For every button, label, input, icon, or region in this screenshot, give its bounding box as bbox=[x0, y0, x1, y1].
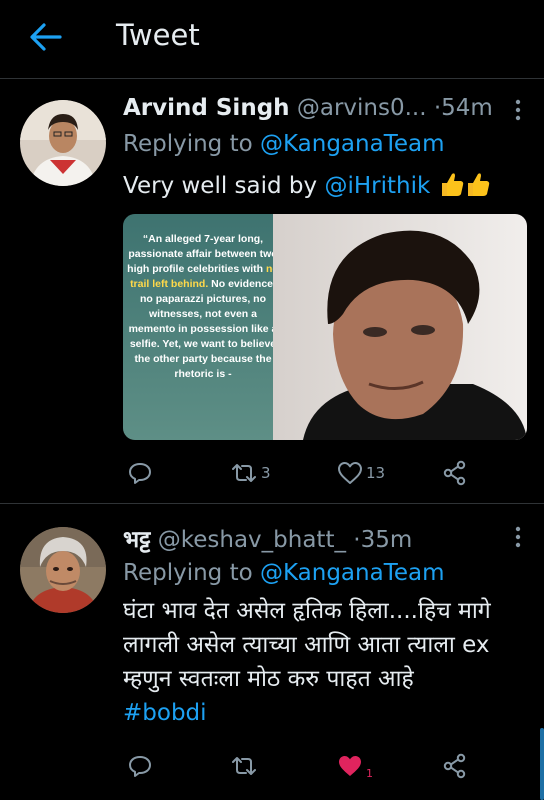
reply-icon bbox=[129, 756, 151, 777]
tweet-text: घंटा भाव देत असेल हृतिक हिला....हिच मागे… bbox=[123, 594, 533, 730]
top-bar: Tweet bbox=[0, 0, 544, 79]
more-options-icon[interactable] bbox=[514, 526, 522, 548]
retweet-button[interactable] bbox=[230, 748, 261, 784]
timestamp: 35m bbox=[360, 527, 413, 553]
replying-to-link[interactable]: @KanganaTeam bbox=[260, 560, 445, 586]
display-name[interactable]: Arvind Singh bbox=[123, 95, 290, 121]
tweet[interactable]: भट्ट @keshav_bhatt_ ·35m Replying to @Ka… bbox=[0, 504, 544, 800]
avatar[interactable] bbox=[20, 527, 106, 613]
more-options-icon[interactable] bbox=[514, 99, 522, 121]
avatar[interactable] bbox=[20, 100, 106, 186]
like-button[interactable]: 13 bbox=[337, 455, 385, 491]
thumbs-up-icon bbox=[441, 173, 463, 196]
share-icon bbox=[443, 460, 466, 486]
replying-to-label: Replying to bbox=[123, 560, 260, 586]
quote-text: “An alleged 7-year long, passionate affa… bbox=[127, 232, 279, 382]
share-button[interactable] bbox=[442, 748, 468, 784]
action-bar: 1 bbox=[0, 748, 544, 784]
quote-text-part: “An alleged 7-year long, passionate affa… bbox=[127, 233, 278, 275]
tweet[interactable]: Arvind Singh @arvins0... ·54m Replying t… bbox=[0, 79, 544, 504]
back-arrow-icon[interactable] bbox=[28, 22, 62, 52]
reply-button[interactable] bbox=[128, 455, 152, 491]
user-handle[interactable]: @arvins0... bbox=[297, 95, 427, 121]
quote-text-part: No evidence, no paparazzi pictures, no w… bbox=[128, 278, 278, 380]
thumbs-up-icon bbox=[467, 173, 489, 196]
tweet-text: Very well said by @iHrithik bbox=[123, 169, 490, 203]
timestamp: 54m bbox=[441, 95, 493, 121]
hashtag-link[interactable]: #bobdi bbox=[123, 700, 207, 726]
heart-filled-icon bbox=[339, 756, 361, 776]
share-icon bbox=[443, 753, 466, 779]
portrait-photo bbox=[273, 214, 527, 440]
quote-card: “An alleged 7-year long, passionate affa… bbox=[123, 214, 283, 440]
tweet-header: भट्ट @keshav_bhatt_ ·35m bbox=[123, 522, 412, 554]
reply-icon bbox=[129, 463, 151, 484]
share-button[interactable] bbox=[442, 455, 468, 491]
retweet-icon bbox=[232, 464, 256, 482]
tweet-text-content: घंटा भाव देत असेल हृतिक हिला....हिच मागे… bbox=[123, 598, 491, 692]
separator-dot: · bbox=[353, 527, 361, 553]
user-handle[interactable]: @keshav_bhatt_ bbox=[158, 527, 346, 553]
action-bar: 3 13 bbox=[0, 455, 544, 491]
tweet-header: Arvind Singh @arvins0... ·54m bbox=[123, 95, 493, 121]
replying-to: Replying to @KanganaTeam bbox=[123, 560, 445, 586]
like-count: 13 bbox=[366, 464, 386, 482]
like-button[interactable]: 1 bbox=[337, 748, 373, 784]
mention-link[interactable]: @iHrithik bbox=[324, 173, 430, 199]
heart-icon bbox=[338, 462, 362, 484]
replying-to-label: Replying to bbox=[123, 131, 260, 157]
replying-to-link[interactable]: @KanganaTeam bbox=[260, 131, 445, 157]
page-title: Tweet bbox=[116, 18, 200, 52]
retweet-icon bbox=[232, 757, 256, 775]
tweet-text-prefix: Very well said by bbox=[123, 173, 325, 199]
tweet-media-image[interactable]: “An alleged 7-year long, passionate affa… bbox=[123, 214, 527, 440]
retweet-count: 3 bbox=[261, 464, 271, 482]
like-count: 1 bbox=[366, 766, 373, 780]
replying-to: Replying to @KanganaTeam bbox=[123, 131, 445, 157]
retweet-button[interactable]: 3 bbox=[230, 455, 271, 491]
reply-button[interactable] bbox=[128, 748, 152, 784]
scrollbar-thumb[interactable] bbox=[540, 728, 544, 800]
display-name[interactable]: भट्ट bbox=[123, 527, 150, 553]
